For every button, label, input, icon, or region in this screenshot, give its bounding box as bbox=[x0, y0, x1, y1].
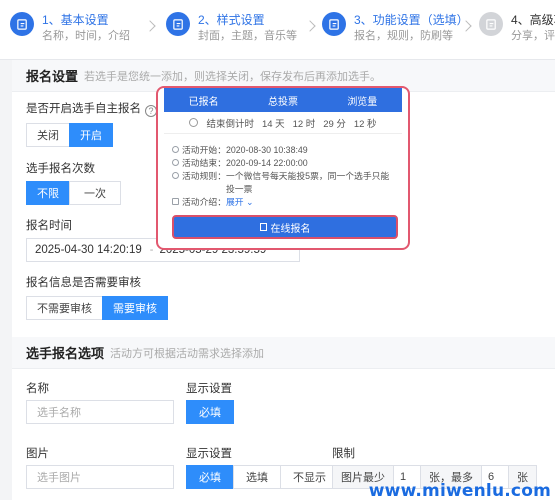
name-display-toggle: 必填 bbox=[186, 400, 234, 424]
name-label: 名称 bbox=[26, 383, 49, 395]
document-icon bbox=[172, 198, 182, 209]
step-navigation: 1、基本设置名称，时间，介绍 2、样式设置封面，主题，音乐等 3、功能设置（选填… bbox=[0, 0, 555, 60]
site-watermark: www.miwenlu.com bbox=[368, 481, 551, 500]
stats-bar: 已报名 总投票 浏览量 bbox=[164, 88, 402, 112]
image-label: 图片 bbox=[26, 448, 49, 460]
edit-icon bbox=[322, 12, 346, 36]
expand-link[interactable]: 展开 ⌄ bbox=[226, 196, 253, 209]
countdown: 结束倒计时 14 天 12 时 29 分 12 秒 bbox=[164, 112, 402, 134]
step-feature-settings[interactable]: 3、功能设置（选填） 报名，规则，防刷等 bbox=[322, 12, 469, 44]
signup-count-unlimited-button[interactable]: 不限 bbox=[26, 181, 70, 205]
clock-icon bbox=[189, 118, 199, 127]
countdown-value: 14 天 12 时 29 分 12 秒 bbox=[261, 118, 377, 130]
image-hidden-button[interactable]: 不显示 bbox=[280, 465, 339, 489]
clock-icon bbox=[172, 146, 182, 157]
countdown-label: 结束倒计时 bbox=[206, 118, 254, 130]
stat-total-votes: 总投票 bbox=[267, 96, 298, 108]
name-display-label: 显示设置 bbox=[186, 383, 232, 395]
image-display-label: 显示设置 bbox=[186, 448, 232, 460]
info-end: 活动结束： 2020-09-14 22:00:00 bbox=[172, 157, 398, 170]
image-display-toggle: 必填 选填 不显示 bbox=[186, 465, 339, 489]
player-image-input[interactable]: 选手图片 bbox=[26, 465, 174, 489]
edit-icon bbox=[10, 12, 34, 36]
self-signup-label: 是否开启选手自主报名? bbox=[26, 100, 157, 117]
stat-registered: 已报名 bbox=[188, 96, 219, 108]
player-name-input[interactable]: 选手名称 bbox=[26, 400, 174, 424]
info-rules: 活动规则： 一个微信号每天能投5票，同一个选手只能投一票 bbox=[172, 170, 398, 196]
review-label: 报名信息是否需要审核 bbox=[26, 277, 141, 289]
step-title: 3、功能设置（选填） bbox=[354, 13, 469, 27]
start-time-value: 2025-04-30 14:20:19 bbox=[35, 244, 142, 256]
step-subtitle: 报名，规则，防刷等 bbox=[354, 30, 453, 42]
step-style-settings[interactable]: 2、样式设置封面，主题，音乐等 bbox=[166, 12, 297, 44]
chevron-right-icon bbox=[304, 20, 316, 32]
image-required-button[interactable]: 必填 bbox=[186, 465, 234, 489]
signup-time-label: 报名时间 bbox=[26, 220, 72, 232]
step-subtitle: 封面，主题，音乐等 bbox=[198, 30, 297, 42]
step-title: 1、基本设置 bbox=[42, 13, 109, 27]
activity-info: 活动开始： 2020-08-30 10:38:49 活动结束： 2020-09-14… bbox=[172, 144, 398, 209]
self-signup-off-button[interactable]: 关闭 bbox=[26, 123, 70, 147]
step-title: 2、样式设置 bbox=[198, 13, 265, 27]
section-subtitle: 活动方可根据活动需求选择添加 bbox=[110, 347, 265, 360]
review-required-button[interactable]: 需要审核 bbox=[102, 296, 168, 320]
edit-icon bbox=[479, 12, 503, 36]
name-required-button[interactable]: 必填 bbox=[186, 400, 234, 424]
self-signup-toggle: 关闭 开启 bbox=[26, 123, 113, 147]
review-not-required-button[interactable]: 不需要审核 bbox=[26, 296, 103, 320]
section-title: 报名设置 bbox=[26, 69, 79, 84]
image-optional-button[interactable]: 选填 bbox=[233, 465, 281, 489]
review-toggle: 不需要审核 需要审核 bbox=[26, 296, 168, 320]
signup-options-section-header: 选手报名选项 活动方可根据活动需求选择添加 bbox=[12, 337, 555, 369]
step-basic-settings[interactable]: 1、基本设置名称，时间，介绍 bbox=[10, 12, 130, 44]
info-icon bbox=[172, 172, 182, 196]
section-title: 选手报名选项 bbox=[26, 346, 105, 361]
chevron-down-icon: ⌄ bbox=[246, 197, 254, 207]
step-subtitle: 分享，评论 bbox=[511, 30, 555, 42]
info-intro: 活动介绍： 展开 ⌄ bbox=[172, 196, 398, 209]
signup-count-label: 选手报名次数 bbox=[26, 163, 95, 175]
online-signup-button[interactable]: 在线报名 bbox=[172, 215, 398, 239]
form-icon bbox=[259, 223, 267, 231]
stat-views: 浏览量 bbox=[347, 96, 378, 108]
step-advanced-settings[interactable]: 4、高级功分享，评论 bbox=[479, 12, 555, 44]
signup-preview-popup: 已报名 总投票 浏览量 结束倒计时 14 天 12 时 29 分 12 秒 活动… bbox=[156, 86, 410, 250]
info-start: 活动开始： 2020-08-30 10:38:49 bbox=[172, 144, 398, 157]
limit-label: 限制 bbox=[332, 448, 355, 460]
step-title: 4、高级功 bbox=[511, 13, 555, 27]
section-subtitle: 若选手是您统一添加，则选择关闭，保存发布后再添加选手。 bbox=[84, 70, 382, 83]
chevron-right-icon bbox=[144, 20, 156, 32]
clock-icon bbox=[172, 159, 182, 170]
self-signup-on-button[interactable]: 开启 bbox=[69, 123, 113, 147]
signup-count-toggle: 不限 一次 bbox=[26, 181, 121, 205]
edit-icon bbox=[166, 12, 190, 36]
step-subtitle: 名称，时间，介绍 bbox=[42, 30, 130, 42]
signup-count-once-button[interactable]: 一次 bbox=[69, 181, 121, 205]
